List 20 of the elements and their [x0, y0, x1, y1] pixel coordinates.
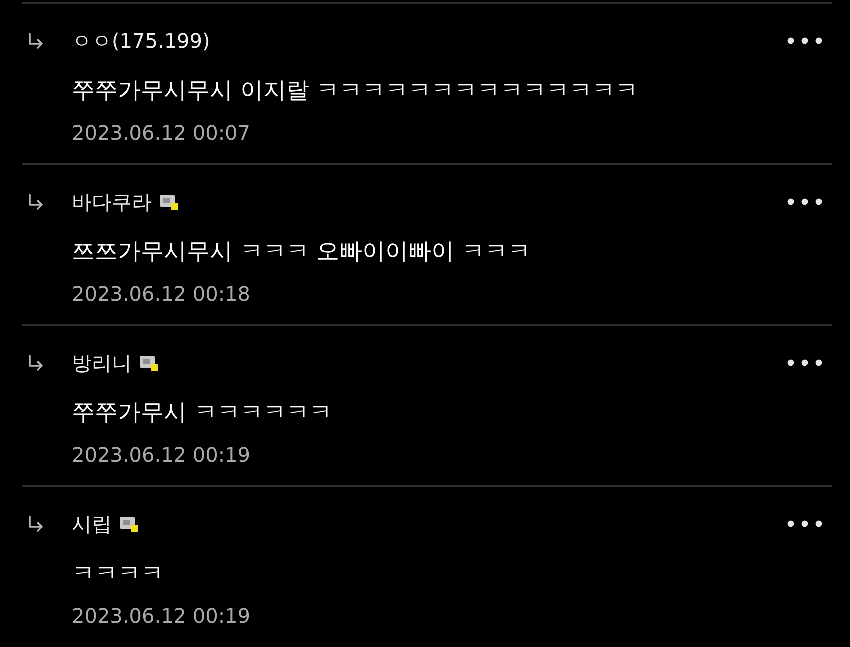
- comment-date: 2023.06.12 00:19: [72, 443, 251, 467]
- reply-arrow-icon: [27, 194, 45, 210]
- reply-arrow-icon: [27, 355, 45, 371]
- author-name[interactable]: 시립: [72, 508, 112, 540]
- comment-text: 쭈쭈가무시무시 이지랄 ㅋㅋㅋㅋㅋㅋㅋㅋㅋㅋㅋㅋㅋㅋ: [72, 78, 639, 104]
- author-name[interactable]: 바다쿠라: [72, 186, 152, 218]
- comment-date: 2023.06.12 00:19: [72, 604, 251, 628]
- comment-text: 쯔쯔가무시무시 ㅋㅋㅋ 오빠이이빠이 ㅋㅋㅋ: [72, 239, 531, 265]
- more-options-icon[interactable]: [787, 198, 823, 206]
- reply-arrow-icon: [27, 516, 45, 532]
- reply-arrow-icon: [27, 33, 45, 49]
- comment-date: 2023.06.12 00:07: [72, 121, 251, 145]
- comment-text: ㅋㅋㅋㅋ: [72, 561, 164, 587]
- comment-date: 2023.06.12 00:18: [72, 282, 251, 306]
- comment-text: 쭈쭈가무시 ㅋㅋㅋㅋㅋㅋ: [72, 400, 332, 426]
- more-options-icon[interactable]: [787, 359, 823, 367]
- more-options-icon[interactable]: [787, 37, 823, 45]
- more-options-icon[interactable]: [787, 520, 823, 528]
- author-name[interactable]: ㅇㅇ(175.199): [72, 25, 210, 57]
- author-name[interactable]: 방리니: [72, 347, 132, 379]
